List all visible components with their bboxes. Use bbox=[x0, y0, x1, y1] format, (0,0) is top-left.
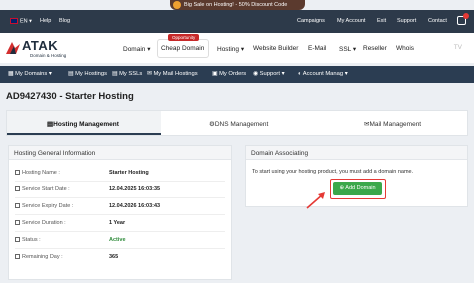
logo-subtitle: Domain & Hosting bbox=[30, 53, 67, 58]
row-expiry-date: Service Expiry Date : bbox=[15, 203, 73, 209]
tab-hosting-management[interactable]: ▤Hosting Management bbox=[47, 120, 119, 128]
add-domain-button[interactable]: ⊕ Add Domain bbox=[333, 182, 382, 195]
divider bbox=[15, 197, 225, 198]
menu-my-hostings-label: My Hostings bbox=[75, 71, 107, 77]
red-arrow-icon bbox=[306, 192, 325, 209]
row-label: Remaining Day : bbox=[22, 254, 63, 260]
menu-my-domains-label: My Domains bbox=[15, 71, 48, 77]
menu-account-management[interactable]: ◐ Account Manag ▾ bbox=[298, 71, 348, 77]
panel-title: Hosting General Information bbox=[9, 146, 231, 160]
language-selector[interactable]: EN ▾ bbox=[10, 18, 32, 24]
nav-ssl-label: SSL bbox=[339, 46, 352, 53]
menu-support-label: Support bbox=[259, 71, 280, 77]
uk-flag-icon bbox=[10, 18, 18, 24]
hourglass-icon bbox=[15, 254, 20, 259]
menu-my-hostings[interactable]: ▤ My Hostings bbox=[68, 71, 107, 77]
atak-logo-icon bbox=[6, 42, 20, 54]
promo-text: Big Sale on Hosting! - 50% Discount Code bbox=[184, 2, 288, 8]
row-label: Service Start Date : bbox=[22, 186, 70, 192]
tab-dns-management[interactable]: ⚙DNS Management bbox=[209, 120, 268, 128]
menu-support[interactable]: ◉ Support ▾ bbox=[253, 71, 285, 77]
nav-whois[interactable]: Whois bbox=[396, 45, 414, 52]
promo-banner[interactable]: Big Sale on Hosting! - 50% Discount Code bbox=[170, 0, 305, 10]
management-tabs: ▤Hosting Management ⚙DNS Management ✉Mai… bbox=[6, 110, 468, 136]
duration-value: 1 Year bbox=[109, 220, 126, 226]
row-duration: Service Duration : bbox=[15, 220, 66, 226]
nav-hosting-label: Hosting bbox=[217, 46, 240, 53]
cheap-domain-highlight bbox=[157, 39, 209, 58]
divider bbox=[15, 214, 225, 215]
clock-icon bbox=[15, 220, 20, 225]
tab-dns-label: DNS Management bbox=[214, 121, 269, 128]
domain-info-text: To start using your hosting product, you… bbox=[252, 169, 414, 175]
calendar-icon bbox=[15, 186, 20, 191]
menu-my-domains[interactable]: ▦ My Domains ▾ bbox=[8, 71, 52, 77]
remaining-day-value: 365 bbox=[109, 254, 119, 260]
tv-label[interactable]: TV bbox=[454, 44, 462, 51]
nav-ssl[interactable]: SSL ▾ bbox=[339, 45, 356, 53]
divider bbox=[15, 248, 225, 249]
calendar-icon bbox=[15, 203, 20, 208]
my-account-link[interactable]: My Account bbox=[337, 18, 365, 24]
nav-reseller[interactable]: Reseller bbox=[363, 45, 387, 52]
row-label: Service Duration : bbox=[22, 220, 66, 226]
contact-link[interactable]: Contact bbox=[428, 18, 447, 24]
tab-mail-management[interactable]: ✉Mail Management bbox=[364, 120, 421, 128]
cart-badge bbox=[463, 13, 469, 19]
opportunity-badge: Opportunity bbox=[168, 34, 200, 41]
exit-link[interactable]: Exit bbox=[377, 18, 386, 24]
divider bbox=[15, 231, 225, 232]
menu-account-label: Account Manag bbox=[302, 71, 344, 77]
row-label: Hosting Name : bbox=[22, 170, 60, 176]
server-icon bbox=[15, 170, 20, 175]
menu-my-orders[interactable]: ▣ My Orders bbox=[212, 71, 246, 77]
top-bar: EN ▾ Help Blog Campaigns My Account Exit… bbox=[0, 10, 474, 33]
row-label: Service Expiry Date : bbox=[22, 203, 74, 209]
add-domain-highlight: ⊕ Add Domain bbox=[330, 179, 386, 199]
menu-my-ssls[interactable]: ▤ My SSLs bbox=[112, 71, 142, 77]
gift-icon bbox=[173, 1, 181, 9]
menu-my-mail-hostings-label: My Mail Hostings bbox=[153, 71, 198, 77]
blog-link[interactable]: Blog bbox=[59, 18, 70, 24]
cart-icon[interactable] bbox=[457, 13, 469, 25]
add-domain-label: Add Domain bbox=[345, 185, 376, 191]
campaigns-link[interactable]: Campaigns bbox=[297, 18, 325, 24]
nav-domain[interactable]: Domain ▾ bbox=[123, 45, 150, 53]
account-menubar: ▦ My Domains ▾ ▤ My Hostings ▤ My SSLs ✉… bbox=[0, 66, 474, 83]
page-title: AD9427430 - Starter Hosting bbox=[6, 91, 134, 102]
status-value: Active bbox=[109, 237, 126, 243]
row-start-date: Service Start Date : bbox=[15, 186, 70, 192]
expiry-date-value: 12.04.2026 16:03:43 bbox=[109, 203, 161, 209]
nav-email[interactable]: E-Mail bbox=[308, 45, 326, 52]
language-label: EN bbox=[20, 18, 28, 25]
row-status: Status : bbox=[15, 237, 41, 243]
menu-my-orders-label: My Orders bbox=[219, 71, 247, 77]
row-hosting-name: Hosting Name : bbox=[15, 170, 60, 176]
help-link[interactable]: Help bbox=[40, 18, 51, 24]
domain-associating-panel: Domain Associating To start using your h… bbox=[245, 145, 468, 207]
divider bbox=[15, 181, 225, 182]
hosting-name-value: Starter Hosting bbox=[109, 170, 149, 176]
nav-website-builder[interactable]: Website Builder bbox=[253, 45, 298, 52]
menu-my-ssls-label: My SSLs bbox=[119, 71, 143, 77]
tab-hosting-label: Hosting Management bbox=[53, 121, 119, 128]
tab-mail-label: Mail Management bbox=[369, 121, 422, 128]
nav-domain-label: Domain bbox=[123, 46, 146, 53]
hosting-general-panel: Hosting General Information Hosting Name… bbox=[8, 145, 232, 280]
support-link[interactable]: Support bbox=[397, 18, 416, 24]
logo-text[interactable]: ATAK bbox=[22, 38, 58, 53]
status-icon bbox=[15, 237, 20, 242]
menu-my-mail-hostings[interactable]: ✉ My Mail Hostings bbox=[147, 71, 198, 77]
main-header: ATAK Domain & Hosting Domain ▾ Cheap Dom… bbox=[0, 33, 474, 63]
chevron-down-icon: ▾ bbox=[29, 18, 32, 25]
nav-hosting[interactable]: Hosting ▾ bbox=[217, 45, 244, 53]
start-date-value: 12.04.2025 16:03:35 bbox=[109, 186, 161, 192]
row-label: Status : bbox=[22, 237, 41, 243]
panel-title: Domain Associating bbox=[246, 146, 467, 160]
row-remaining-day: Remaining Day : bbox=[15, 254, 63, 260]
